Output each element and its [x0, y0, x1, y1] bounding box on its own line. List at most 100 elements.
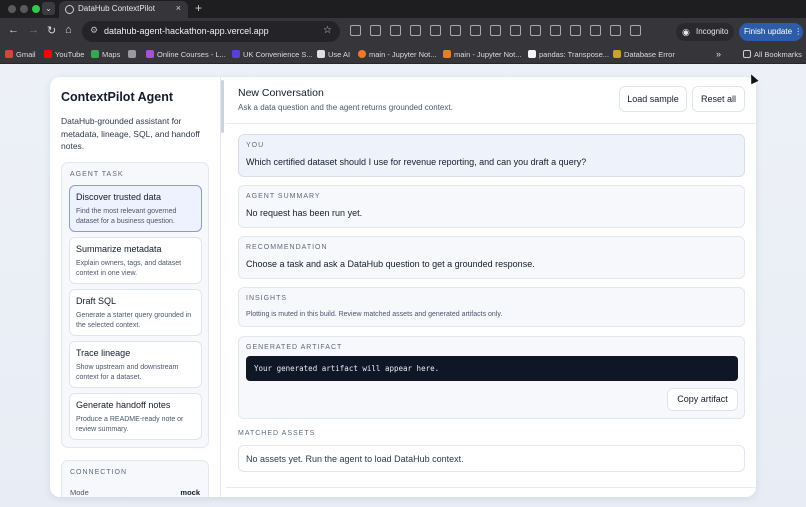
extension-icon[interactable] — [510, 25, 521, 36]
jupyter-icon — [358, 50, 366, 58]
jupyter-icon — [443, 50, 451, 58]
browser-tab-bar: ⌄ DataHub ContextPilot × + — [0, 0, 806, 18]
user-label: YOU — [246, 142, 265, 149]
task-description: Find the most relevant governed dataset … — [76, 208, 177, 225]
database-icon — [613, 50, 621, 58]
home-icon[interactable]: ⌂ — [65, 24, 72, 36]
globe-icon — [65, 5, 74, 14]
extension-icon[interactable] — [470, 25, 481, 36]
all-bookmarks-button[interactable]: All Bookmarks — [743, 50, 802, 59]
bookmark-item[interactable]: Use AI — [317, 50, 350, 59]
sidebar-scrollbar[interactable] — [221, 80, 224, 133]
bookmark-item[interactable] — [128, 50, 139, 59]
task-title: Summarize metadata — [76, 244, 162, 254]
bookmark-item[interactable]: YouTube — [44, 50, 84, 59]
connection-panel: CONNECTION Mode mock — [61, 460, 209, 497]
reload-icon[interactable]: ↻ — [47, 24, 56, 37]
app-description: DataHub-grounded assistant for metadata,… — [61, 116, 200, 151]
task-description: Show upstream and downstream context for… — [76, 364, 179, 381]
composer-edge — [226, 487, 756, 497]
site-icon — [232, 50, 240, 58]
extension-icon[interactable] — [390, 25, 401, 36]
ai-icon — [317, 50, 325, 58]
browser-tab-active[interactable]: DataHub ContextPilot × — [59, 1, 188, 18]
extension-icon[interactable] — [490, 25, 501, 36]
bookmark-item[interactable]: UK Convenience S... — [232, 50, 313, 59]
extension-icons — [350, 25, 641, 36]
page-background: ContextPilot Agent DataHub-grounded assi… — [0, 64, 806, 507]
task-description: Produce a README-ready note or review su… — [76, 416, 184, 433]
new-tab-button[interactable]: + — [195, 1, 202, 15]
task-draft-sql[interactable]: Draft SQL Generate a starter query groun… — [69, 289, 202, 336]
task-trace-lineage[interactable]: Trace lineage Show upstream and downstre… — [69, 341, 202, 388]
finish-update-button[interactable]: Finish update ⋮ — [739, 23, 803, 41]
address-url[interactable]: datahub-agent-hackathon-app.vercel.app — [104, 26, 269, 36]
agent-task-panel: AGENT TASK Discover trusted data Find th… — [61, 162, 209, 448]
extension-icon[interactable] — [530, 25, 541, 36]
connection-mode-value: mock — [180, 488, 200, 497]
conversation-subtitle: Ask a data question and the agent return… — [238, 103, 453, 112]
app-title: ContextPilot Agent — [61, 90, 174, 104]
task-title: Discover trusted data — [76, 192, 162, 202]
bookmarks-overflow-icon[interactable]: » — [716, 49, 721, 59]
extension-icon[interactable] — [450, 25, 461, 36]
folder-icon — [743, 50, 751, 58]
tab-title: DataHub ContextPilot — [78, 4, 155, 13]
window-zoom-button[interactable] — [32, 5, 40, 13]
extension-icon[interactable] — [350, 25, 361, 36]
extension-icon[interactable] — [570, 25, 581, 36]
tab-close-icon[interactable]: × — [176, 3, 181, 13]
extension-icon[interactable] — [430, 25, 441, 36]
app-window: ContextPilot Agent DataHub-grounded assi… — [50, 77, 756, 497]
insights-label: INSIGHTS — [246, 295, 288, 302]
task-description: Generate a starter query grounded in the… — [76, 312, 192, 329]
bookmark-item[interactable]: pandas: Transpose... — [528, 50, 609, 59]
bookmark-item[interactable]: Maps — [91, 50, 120, 59]
bookmark-star-icon[interactable]: ☆ — [323, 25, 332, 36]
browser-toolbar: ← → ↻ ⌂ ⚙ datahub-agent-hackathon-app.ve… — [0, 18, 806, 46]
task-description: Explain owners, tags, and dataset contex… — [76, 260, 182, 277]
artifact-code-block[interactable]: Your generated artifact will appear here… — [246, 356, 738, 381]
task-discover-trusted-data[interactable]: Discover trusted data Find the most rele… — [69, 185, 202, 232]
task-generate-handoff-notes[interactable]: Generate handoff notes Produce a README-… — [69, 393, 202, 440]
task-title: Draft SQL — [76, 296, 117, 306]
bookmark-item[interactable]: main - Jupyter Not... — [443, 50, 522, 59]
tab-search-button[interactable]: ⌄ — [42, 2, 55, 15]
incognito-badge[interactable]: ◉ Incognito — [676, 23, 734, 41]
incognito-label: Incognito — [696, 27, 729, 36]
pandas-icon — [528, 50, 536, 58]
address-bar[interactable]: ⚙ datahub-agent-hackathon-app.vercel.app… — [82, 21, 340, 42]
bookmark-item[interactable]: main - Jupyter Not... — [358, 50, 437, 59]
connection-mode-label: Mode — [70, 488, 89, 497]
extension-icon[interactable] — [410, 25, 421, 36]
conversation-panel: New Conversation Ask a data question and… — [226, 77, 756, 497]
window-minimize-button[interactable] — [20, 5, 28, 13]
sidebar: ContextPilot Agent DataHub-grounded assi… — [50, 77, 221, 497]
task-title: Generate handoff notes — [76, 400, 171, 410]
bookmark-item[interactable]: Database Error — [613, 50, 675, 59]
bookmark-item[interactable]: Gmail — [5, 50, 36, 59]
incognito-icon: ◉ — [682, 27, 690, 37]
load-sample-button[interactable]: Load sample — [619, 86, 687, 112]
artifact-code-text: Your generated artifact will appear here… — [254, 364, 440, 373]
reset-all-button[interactable]: Reset all — [692, 86, 745, 112]
forward-arrow-icon[interactable]: → — [28, 24, 39, 36]
extension-icon[interactable] — [590, 25, 601, 36]
bookmark-item[interactable]: Online Courses - L... — [146, 50, 226, 59]
task-title: Trace lineage — [76, 348, 131, 358]
copy-artifact-button[interactable]: Copy artifact — [667, 388, 738, 411]
recommendation-card: RECOMMENDATION Choose a task and ask a D… — [238, 236, 745, 279]
agent-summary-label: AGENT SUMMARY — [246, 193, 321, 200]
matched-assets-label: MATCHED ASSETS — [238, 430, 316, 437]
back-arrow-icon[interactable]: ← — [8, 24, 19, 36]
task-summarize-metadata[interactable]: Summarize metadata Explain owners, tags,… — [69, 237, 202, 284]
extension-icon[interactable] — [550, 25, 561, 36]
extension-icon[interactable] — [370, 25, 381, 36]
conversation-title: New Conversation — [238, 87, 324, 99]
extension-icon[interactable] — [630, 25, 641, 36]
user-message: Which certified dataset should I use for… — [246, 157, 587, 167]
agent-task-heading: AGENT TASK — [70, 171, 124, 178]
site-settings-icon[interactable]: ⚙ — [90, 25, 98, 36]
window-close-button[interactable] — [8, 5, 16, 13]
extension-icon[interactable] — [610, 25, 621, 36]
